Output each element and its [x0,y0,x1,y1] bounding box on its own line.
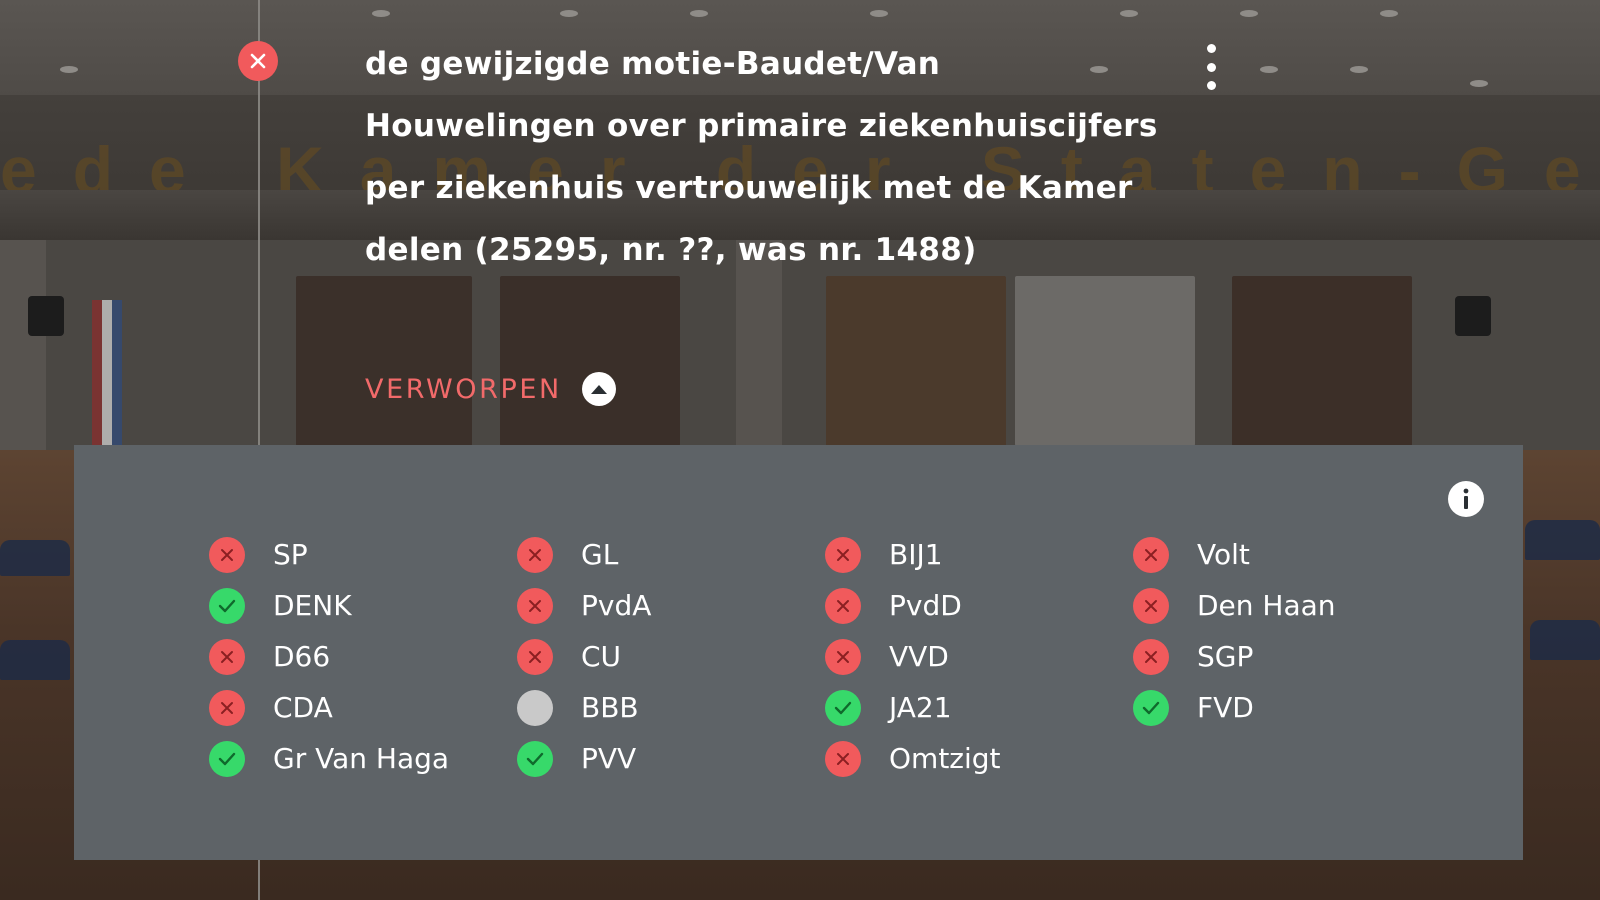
vote-against-icon [825,740,861,777]
info-icon [1463,488,1469,509]
party-votes-grid: SP GL BIJ1 Volt DENK PvdA PvdD Den Haan D66 CU VVD… [209,529,1441,784]
close-button[interactable] [238,41,278,81]
party-vote-row: D66 [209,631,517,682]
party-vote-row: BIJ1 [825,529,1133,580]
vote-against-icon [1133,587,1169,624]
party-vote-row: CDA [209,682,517,733]
party-vote-row: CU [517,631,825,682]
vote-against-icon [825,587,861,624]
chevron-up-icon [590,385,607,394]
party-vote-row: VVD [825,631,1133,682]
party-name: D66 [273,640,331,673]
vote-against-icon [517,536,553,573]
close-icon [250,53,266,69]
party-name: VVD [889,640,949,673]
vote-for-icon [209,587,245,624]
vote-against-icon [209,638,245,675]
party-vote-row: BBB [517,682,825,733]
party-vote-row: Omtzigt [825,733,1133,784]
vote-against-icon [517,587,553,624]
party-vote-row: SP [209,529,517,580]
party-name: FVD [1197,691,1254,724]
party-name: Gr Van Haga [273,742,450,775]
party-vote-row: PVV [517,733,825,784]
party-name: DENK [273,589,352,622]
party-name: SP [273,538,308,571]
party-name: SGP [1197,640,1254,673]
party-name: BBB [581,691,639,724]
result-label: VERWORPEN [365,373,562,405]
party-name: BIJ1 [889,538,943,571]
party-vote-row: JA21 [825,682,1133,733]
party-name: Volt [1197,538,1250,571]
vote-against-icon [825,536,861,573]
party-vote-row: PvdD [825,580,1133,631]
info-button[interactable] [1448,481,1484,517]
collapse-votes-button[interactable] [581,372,616,406]
vote-absent-icon [517,689,553,726]
party-vote-row: GL [517,529,825,580]
party-name: PvdD [889,589,962,622]
party-vote-row: SGP [1133,631,1441,682]
vote-for-icon [517,740,553,777]
vote-against-icon [1133,536,1169,573]
party-name: PvdA [581,589,652,622]
party-vote-row: Gr Van Haga [209,733,517,784]
party-vote-row: Den Haan [1133,580,1441,631]
more-options-button[interactable] [1196,44,1226,90]
vote-against-icon [825,638,861,675]
party-vote-row: PvdA [517,580,825,631]
party-name: GL [581,538,619,571]
party-name: PVV [581,742,637,775]
party-name: JA21 [889,691,952,724]
party-vote-row: FVD [1133,682,1441,733]
motion-title: de gewijzigde motie-Baudet/Van Houweling… [365,46,1158,268]
vote-against-icon [1133,638,1169,675]
more-vertical-icon [1206,44,1216,53]
party-name: CU [581,640,622,673]
party-name: CDA [273,691,333,724]
party-name: Den Haan [1197,589,1336,622]
party-vote-row: Volt [1133,529,1441,580]
vote-against-icon [209,536,245,573]
votes-panel: SP GL BIJ1 Volt DENK PvdA PvdD Den Haan D66 CU VVD… [74,445,1523,860]
result-row: VERWORPEN [365,372,616,406]
vote-against-icon [517,638,553,675]
vote-for-icon [825,689,861,726]
party-name: Omtzigt [889,742,1001,775]
vote-against-icon [209,689,245,726]
party-vote-row: DENK [209,580,517,631]
vote-for-icon [209,740,245,777]
vote-for-icon [1133,689,1169,726]
